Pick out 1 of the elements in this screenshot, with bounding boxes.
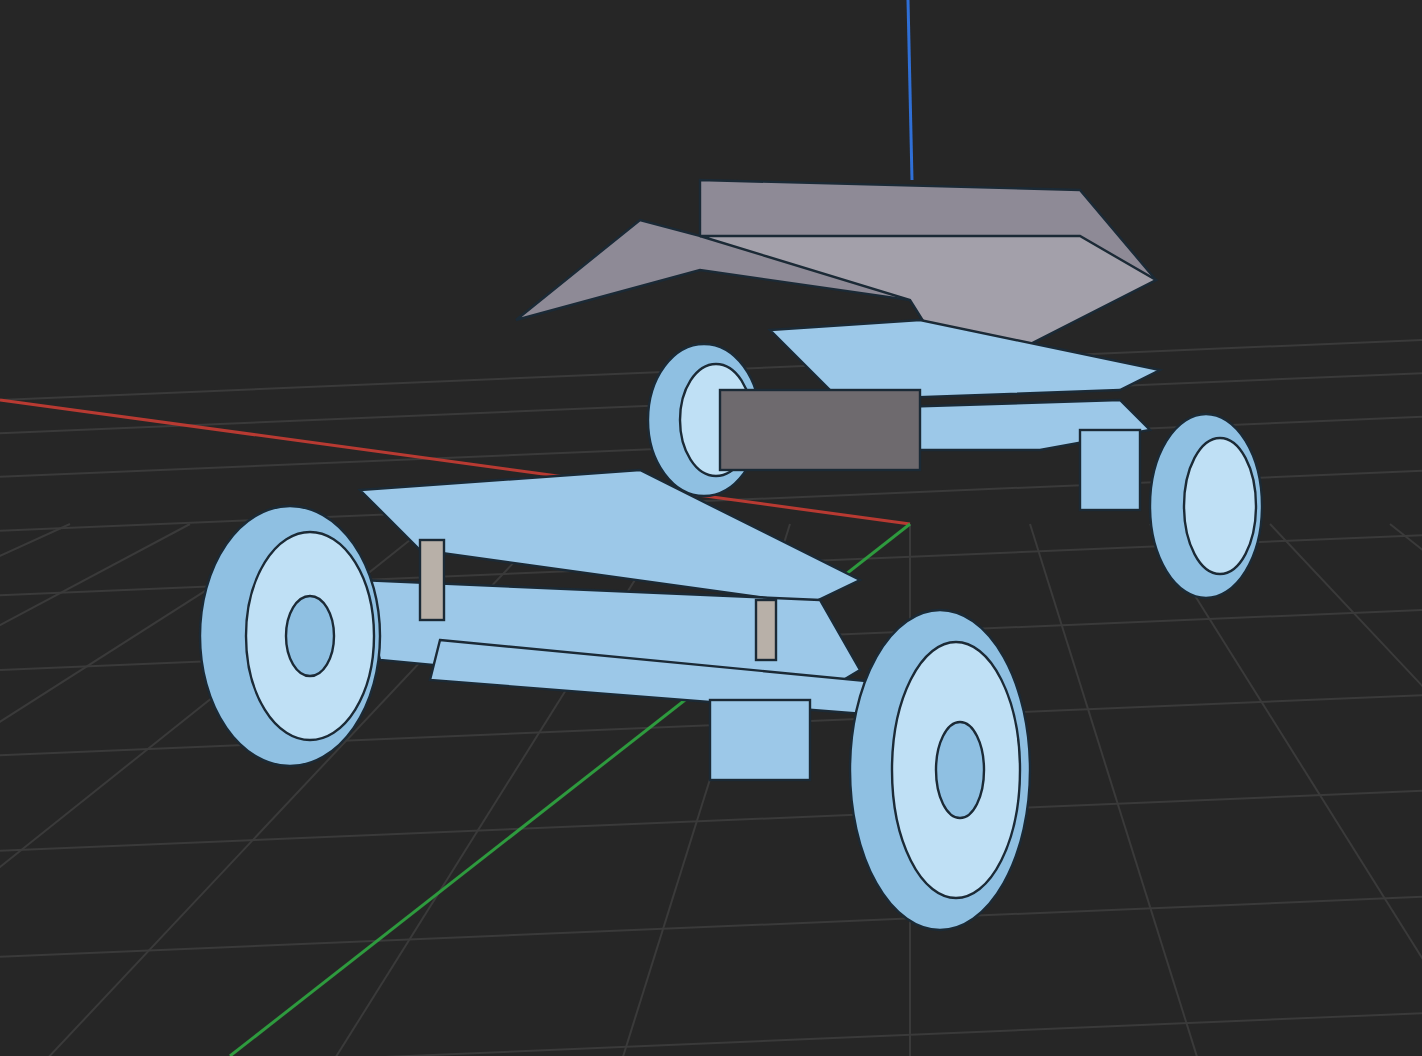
cad-viewport[interactable] (0, 0, 1422, 1056)
